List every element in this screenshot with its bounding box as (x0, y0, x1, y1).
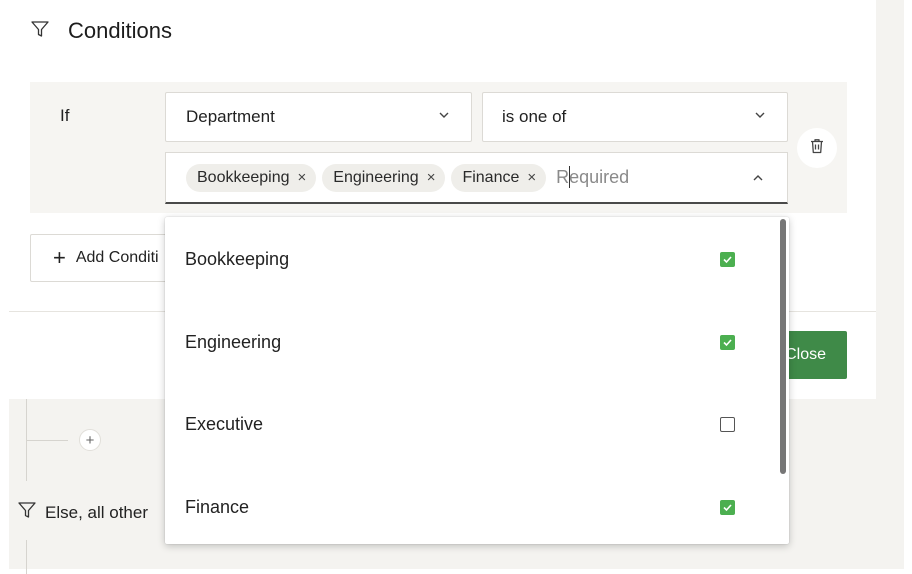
workflow-editor: Conditions If Department is one of Bookk… (0, 0, 912, 574)
operator-select[interactable]: is one of (482, 92, 788, 142)
if-label: If (60, 106, 70, 125)
option-label: Bookkeeping (185, 248, 290, 269)
chip-label: Finance (462, 168, 520, 186)
delete-condition-button[interactable] (797, 128, 837, 168)
value-chip: Bookkeeping × (186, 163, 317, 192)
field-select-value: Department (186, 107, 275, 126)
chip-remove-button[interactable]: × (527, 169, 536, 186)
else-branch-label: Else, all other (45, 502, 148, 522)
checkbox-checked-icon[interactable] (720, 334, 735, 350)
conditions-title: Conditions (68, 18, 172, 43)
option-label: Executive (185, 413, 264, 434)
canvas-background-right (876, 0, 904, 400)
chip-remove-button[interactable]: × (298, 169, 307, 186)
field-select[interactable]: Department (165, 92, 472, 142)
tree-connector (26, 540, 27, 574)
conditions-header: Conditions (30, 16, 172, 46)
add-step-button[interactable]: + (79, 429, 101, 451)
values-dropdown-menu: Bookkeeping Engineering Executive Financ… (165, 217, 789, 544)
chip-label: Bookkeeping (197, 168, 290, 186)
value-chip: Engineering × (322, 163, 446, 192)
option-label: Finance (185, 496, 250, 517)
dropdown-option[interactable]: Executive (165, 404, 777, 444)
chip-remove-button[interactable]: × (427, 169, 436, 186)
filter-icon (30, 19, 50, 44)
checkbox-checked-icon[interactable] (720, 251, 735, 267)
value-chip: Finance × (451, 163, 547, 192)
option-label: Engineering (185, 331, 282, 352)
text-caret (569, 166, 570, 188)
filter-icon (17, 500, 37, 525)
dropdown-option[interactable]: Engineering (165, 322, 777, 362)
trash-icon (808, 137, 826, 160)
values-multiselect[interactable]: Bookkeeping × Engineering × Finance × (165, 152, 788, 204)
chip-label: Engineering (333, 168, 419, 186)
dropdown-option[interactable]: Finance (165, 487, 777, 527)
values-search-input[interactable] (552, 167, 703, 188)
add-condition-label: Add Conditi (75, 249, 159, 266)
dropdown-option[interactable]: Bookkeeping (165, 239, 777, 279)
else-branch[interactable]: Else, all other (17, 500, 148, 525)
plus-icon: + (53, 245, 66, 270)
operator-select-value: is one of (502, 107, 567, 126)
checkbox-checked-icon[interactable] (720, 499, 735, 515)
checkbox-empty-icon[interactable] (720, 416, 735, 432)
tree-connector (26, 440, 68, 441)
chevron-down-icon (437, 107, 451, 127)
dropdown-scrollbar[interactable] (780, 219, 786, 474)
chevron-down-icon (753, 107, 767, 127)
